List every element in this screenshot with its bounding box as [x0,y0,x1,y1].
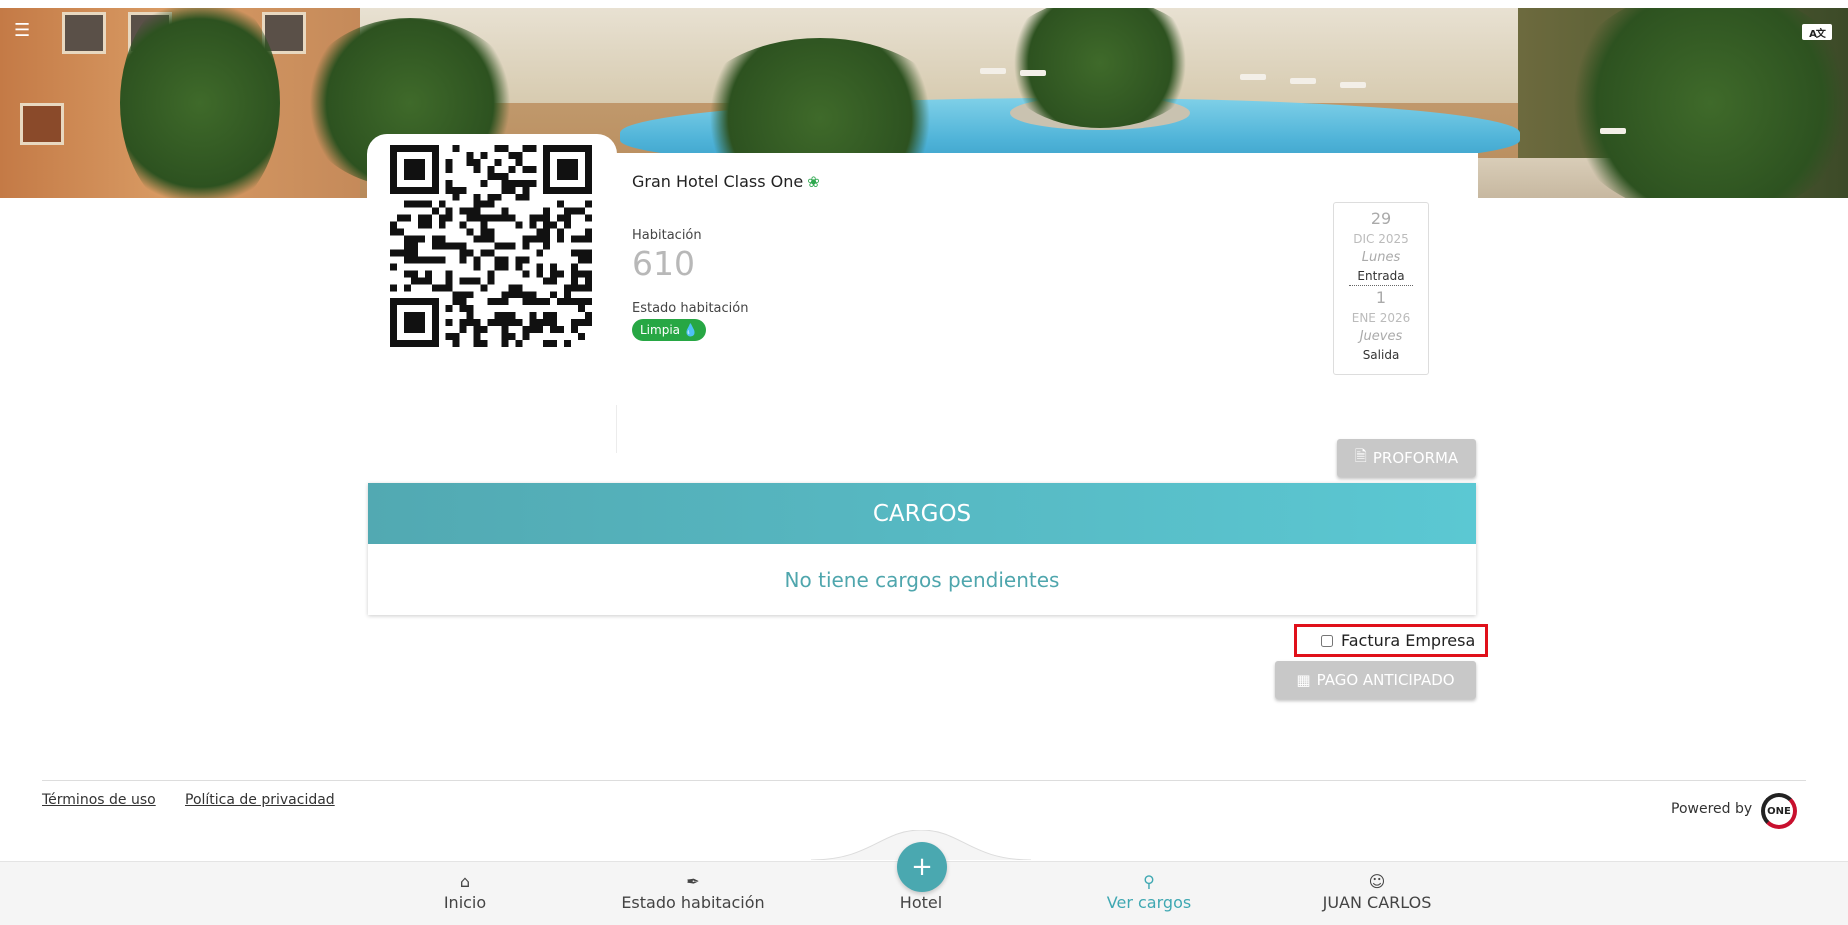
nav-item-inicio[interactable]: ⌂ Inicio [365,872,565,912]
user-icon: ☺ [1368,872,1386,891]
nav-label-inicio: Inicio [443,893,487,912]
checkin-day: 29 [1370,209,1392,228]
company-invoice-label: Factura Empresa [1341,631,1476,650]
charges-empty-message: No tiene cargos pendientes [784,567,1060,592]
checkout-label: Salida [1362,348,1400,362]
nav-label-ver-cargos: Ver cargos [1106,893,1192,912]
room-number: 610 [632,244,695,283]
nav-item-ver-cargos[interactable]: ⚲ Ver cargos [1049,872,1249,912]
brush-icon: ✒ [686,872,700,891]
one-brand-logo: ONE [1761,793,1797,829]
stay-dates: 29 DIC 2025 Lunes Entrada 1 ENE 2026 Jue… [1333,202,1429,375]
home-icon: ⌂ [459,872,471,891]
credit-card-icon: ▦ [1296,671,1311,689]
checkout-month-year: ENE 2026 [1351,311,1411,325]
hotel-name: Gran Hotel Class One ❀ [632,172,820,191]
search-icon: ⚲ [1143,872,1155,891]
document-icon: 🗎 [1354,446,1367,465]
hotel-plus-button[interactable]: + [897,842,947,892]
powered-by-text: Powered by [1671,801,1753,817]
nav-label-estado-habitacion: Estado habitación [621,893,765,912]
hamburger-menu-icon[interactable]: ☰ [14,22,30,40]
card-divider [616,405,617,453]
checkin-weekday: Lunes [1361,250,1401,265]
room-state-value: Limpia [640,323,681,337]
proforma-label: PROFORMA [1372,449,1459,467]
proforma-button[interactable]: 🗎 PROFORMA [1337,439,1476,477]
water-drop-icon: 💧 [683,323,698,337]
room-state-label: Estado habitación [632,301,749,316]
charges-panel: CARGOS No tiene cargos pendientes [368,483,1476,615]
room-state-badge: Limpia 💧 [632,319,706,341]
eco-leaf-icon: ❀ [807,173,820,191]
charges-title: CARGOS [368,483,1476,544]
footer-divider [42,780,1806,781]
qr-code [390,145,592,347]
nav-item-estado-habitacion[interactable]: ✒ Estado habitación [593,872,793,912]
translate-icon[interactable]: A文 [1802,24,1832,40]
room-label: Habitación [632,228,702,243]
terms-link[interactable]: Términos de uso [42,792,156,808]
privacy-link[interactable]: Política de privacidad [185,792,335,808]
company-invoice-checkbox[interactable] [1321,634,1333,647]
checkin-label: Entrada [1357,269,1405,283]
nav-label-hotel: Hotel [899,893,943,912]
advance-payment-label: PAGO ANTICIPADO [1316,671,1455,689]
plus-icon: + [911,852,933,882]
nav-label-user: JUAN CARLOS [1322,893,1432,912]
checkout-weekday: Jueves [1359,329,1403,344]
nav-item-user[interactable]: ☺ JUAN CARLOS [1277,872,1477,912]
dates-separator [1349,285,1413,286]
checkin-month-year: DIC 2025 [1353,232,1409,246]
checkout-day: 1 [1375,288,1387,307]
advance-payment-button[interactable]: ▦ PAGO ANTICIPADO [1275,661,1476,699]
company-invoice-option[interactable]: Factura Empresa [1294,624,1488,657]
